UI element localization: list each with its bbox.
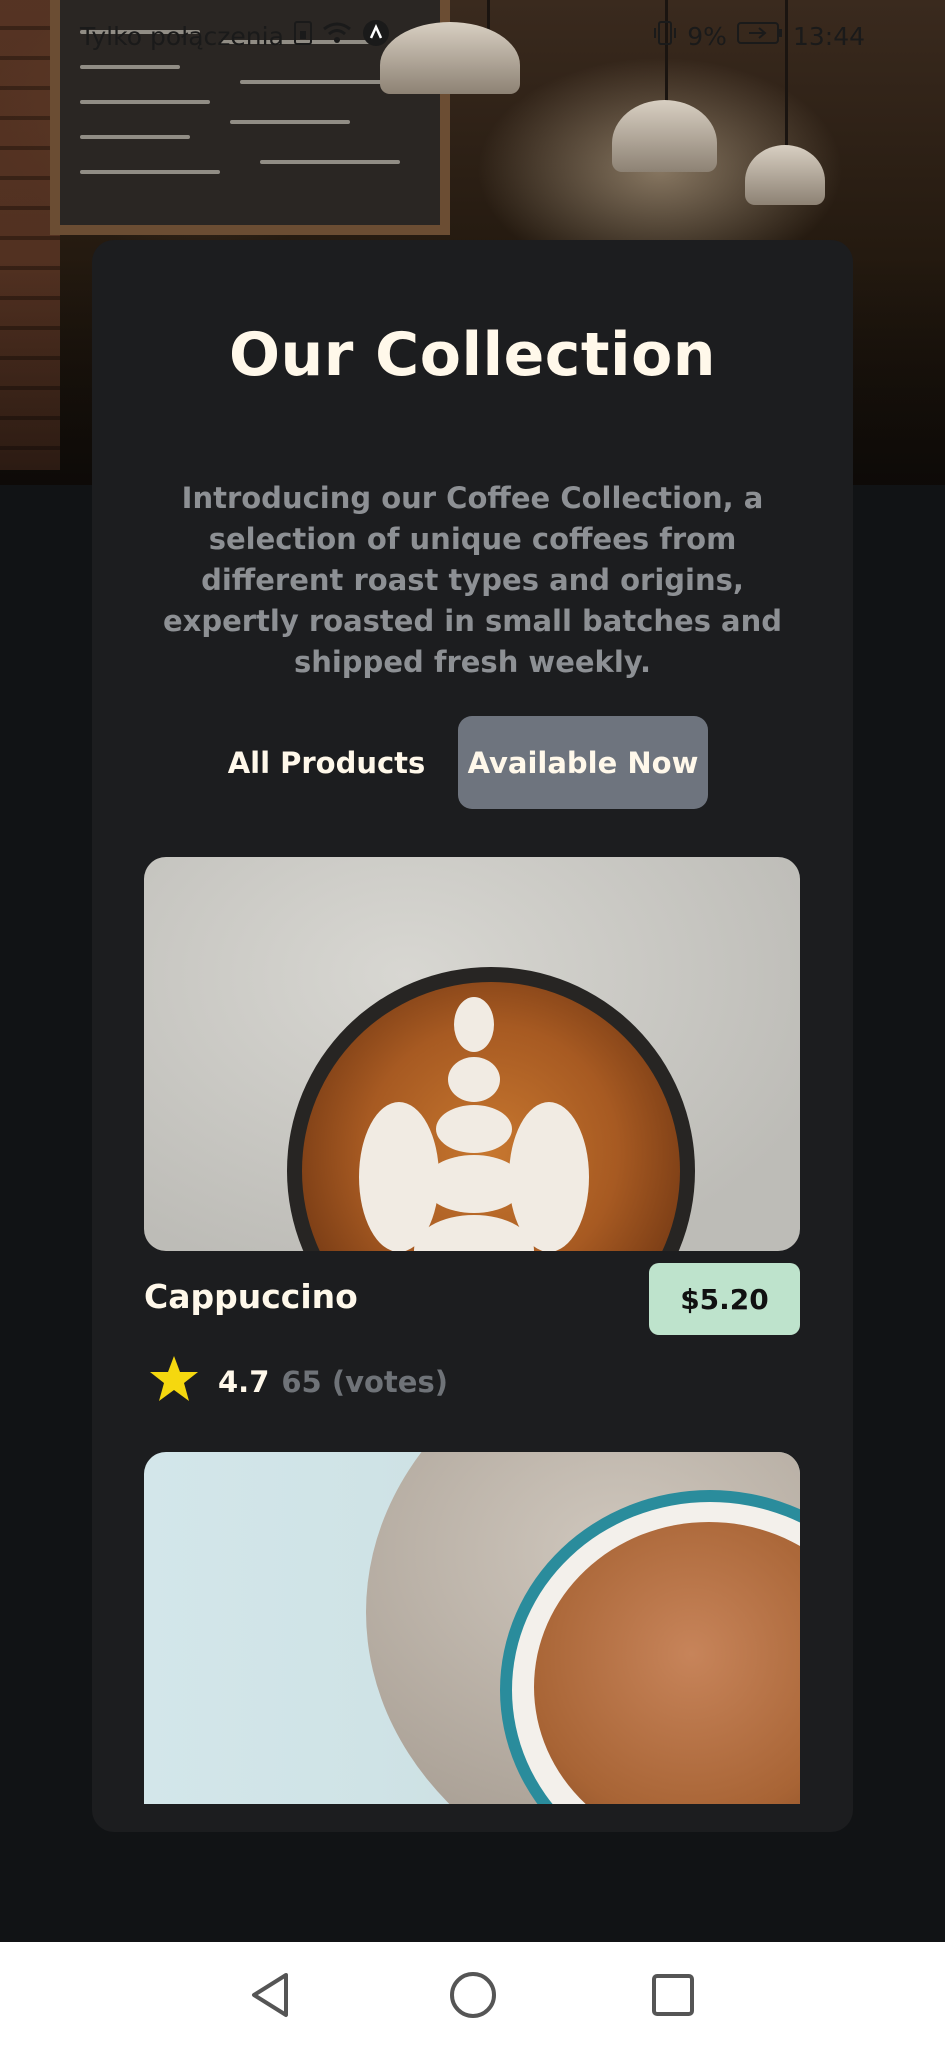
price-badge: $5.20 [649, 1263, 800, 1335]
status-bar: Tylko połączenia 9% 13:44 [0, 0, 945, 72]
app-notification-icon [362, 19, 390, 53]
product-rating: 4.7 65 (votes) [148, 1355, 448, 1409]
back-triangle-icon[interactable] [240, 1965, 300, 2025]
battery-percent: 9% [687, 21, 727, 51]
carrier-text: Tylko połączenia [80, 21, 284, 51]
tab-available-now[interactable]: Available Now [458, 716, 708, 809]
rating-votes: 65 (votes) [281, 1365, 448, 1399]
tab-all-products[interactable]: All Products [214, 716, 439, 809]
battery-icon [736, 21, 783, 51]
product-name[interactable]: Cappuccino [144, 1260, 358, 1332]
cappuccino-photo[interactable] [144, 857, 800, 1251]
vibrate-icon [653, 20, 677, 52]
rating-score: 4.7 [218, 1365, 270, 1399]
pendant-lamp [745, 145, 825, 205]
collection-description: Introducing our Coffee Collection, a sel… [162, 481, 783, 679]
home-circle-icon[interactable] [443, 1965, 503, 2025]
sim-icon [293, 21, 312, 51]
pendant-lamp [612, 100, 717, 172]
system-nav-bar [0, 1942, 945, 2048]
wifi-icon [322, 21, 352, 51]
filter-tabs: All Products Available Now [214, 716, 734, 809]
collection-card: Our Collection Introducing our Coffee Co… [92, 240, 853, 1832]
recents-square-icon[interactable] [643, 1965, 703, 2025]
page-title: Our Collection [228, 320, 717, 390]
clock: 13:44 [792, 21, 865, 51]
star-icon [148, 1354, 200, 1411]
coffee-cup-photo[interactable] [144, 1452, 800, 1804]
